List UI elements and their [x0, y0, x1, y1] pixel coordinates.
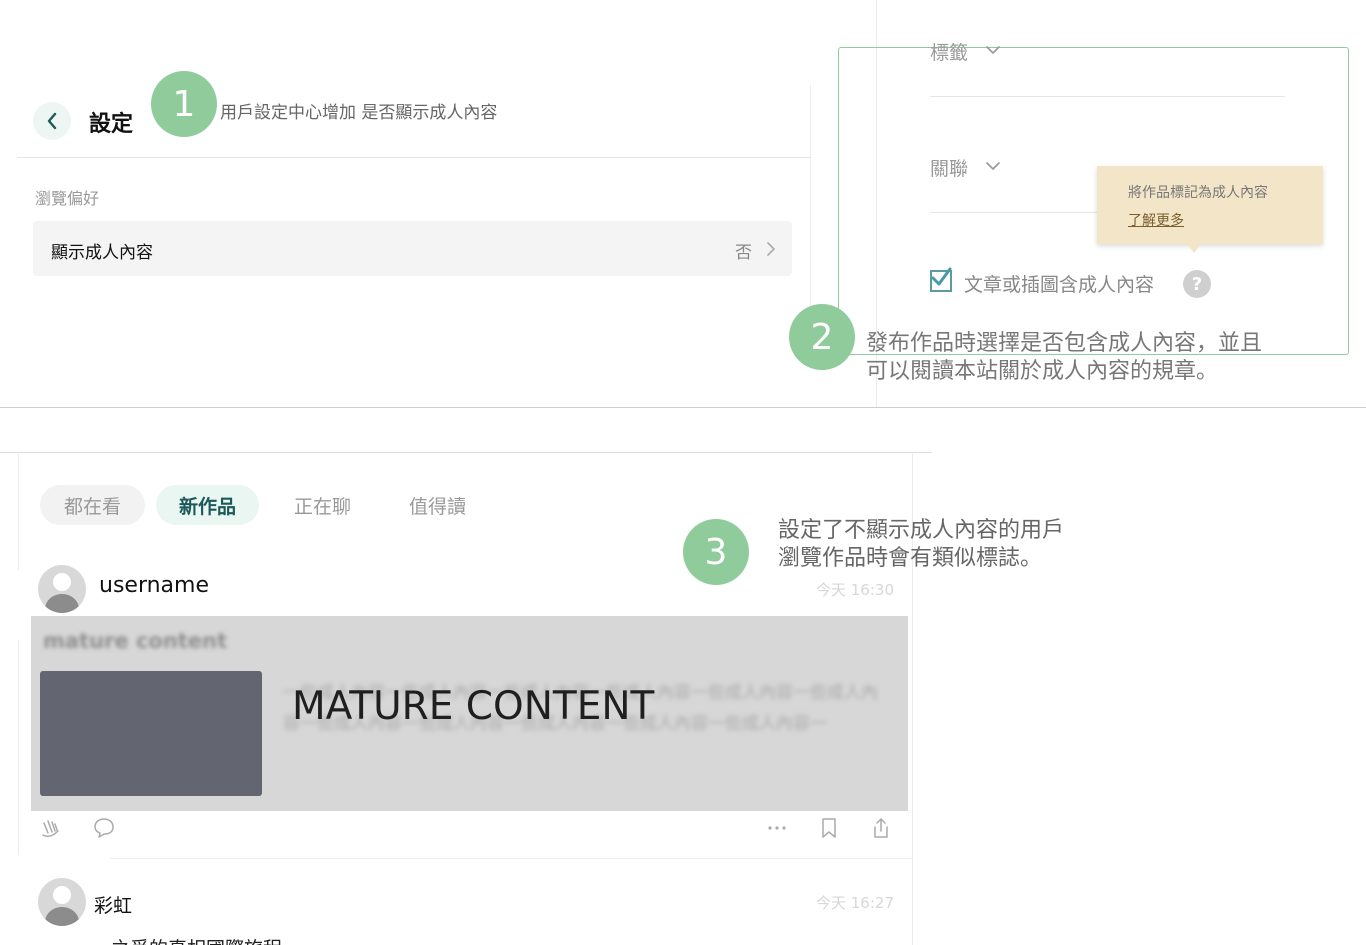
chevron-left-icon [47, 112, 57, 130]
annotation-note-1: 用戶設定中心增加 是否顯示成人內容 [220, 103, 498, 123]
more-icon[interactable] [766, 817, 788, 839]
back-button[interactable] [33, 102, 71, 140]
feed-left-border [18, 452, 19, 570]
feed-left-border [18, 640, 19, 855]
section-divider [0, 407, 1366, 408]
learn-more-link[interactable]: 了解更多 [1128, 210, 1184, 230]
mature-content-label: MATURE CONTENT [292, 684, 655, 729]
blurred-post-title: mature content [43, 629, 228, 653]
avatar[interactable] [38, 878, 86, 926]
help-icon[interactable]: ? [1183, 270, 1211, 298]
post-timestamp: 今天 16:27 [816, 894, 894, 912]
step-badge-2: 2 [789, 304, 855, 370]
blurred-thumbnail [40, 671, 262, 796]
mature-content-checkbox[interactable] [930, 267, 952, 292]
tag-field-underline [930, 96, 1285, 97]
tab-chatting[interactable]: 正在聊 [275, 485, 370, 525]
mature-content-card[interactable]: mature content 一些成人內容一些成人內容一些成人內容一些成人內容一… [31, 616, 908, 811]
tab-new-works[interactable]: 新作品 [156, 485, 259, 525]
show-mature-content-row[interactable]: 顯示成人內容 否 [33, 221, 792, 276]
bookmark-icon[interactable] [819, 817, 839, 839]
header-divider [17, 157, 811, 158]
page-title: 設定 [89, 112, 134, 137]
annotation-note-2: 發布作品時選擇是否包含成人內容，並且 可以閱讀本站關於成人內容的規章。 [866, 330, 1262, 386]
avatar[interactable] [38, 565, 86, 613]
step-badge-1: 1 [151, 71, 217, 137]
row-label: 顯示成人內容 [51, 243, 153, 263]
chevron-right-icon [767, 242, 775, 256]
section-label: 瀏覽偏好 [35, 189, 100, 208]
chevron-down-icon[interactable] [985, 45, 1001, 55]
tab-worth-reading[interactable]: 值得讀 [390, 485, 485, 525]
post-username[interactable]: username [99, 573, 209, 598]
mature-tooltip: 將作品標記為成人內容 了解更多 [1097, 166, 1323, 244]
clap-icon[interactable] [40, 817, 64, 839]
checkbox-label[interactable]: 文章或插圖含成人內容 [964, 270, 1154, 297]
tooltip-text: 將作品標記為成人內容 [1128, 185, 1268, 201]
note-2-line-1: 發布作品時選擇是否包含成人內容，並且 [866, 331, 1263, 356]
row-value: 否 [735, 243, 752, 263]
tooltip-pointer [1187, 244, 1201, 253]
relation-dropdown-label[interactable]: 關聯 [930, 154, 968, 181]
post-timestamp: 今天 16:30 [816, 581, 894, 599]
note-3-line-2: 瀏覽作品時會有類似標誌。 [778, 546, 1043, 571]
post-divider [110, 858, 912, 859]
post-title[interactable]: 之爭的真相國際旅程 [111, 934, 282, 945]
annotation-note-3: 設定了不顯示成人內容的用戶 瀏覽作品時會有類似標誌。 [778, 517, 1064, 573]
comment-icon[interactable] [92, 817, 116, 839]
panel1-divider [810, 85, 811, 325]
tab-everyone-watching[interactable]: 都在看 [40, 485, 145, 525]
relation-field-underline [930, 212, 1100, 213]
note-3-line-1: 設定了不顯示成人內容的用戶 [778, 518, 1065, 543]
tag-dropdown-label[interactable]: 標籤 [930, 38, 968, 65]
post-username[interactable]: 彩虹 [94, 891, 132, 918]
step-badge-3: 3 [683, 519, 749, 585]
checkmark-icon [931, 267, 952, 286]
feed-top-border [0, 452, 932, 453]
share-icon[interactable] [871, 817, 891, 839]
chevron-down-icon[interactable] [985, 161, 1001, 171]
note-2-line-2: 可以閱讀本站關於成人內容的規章。 [866, 359, 1219, 384]
